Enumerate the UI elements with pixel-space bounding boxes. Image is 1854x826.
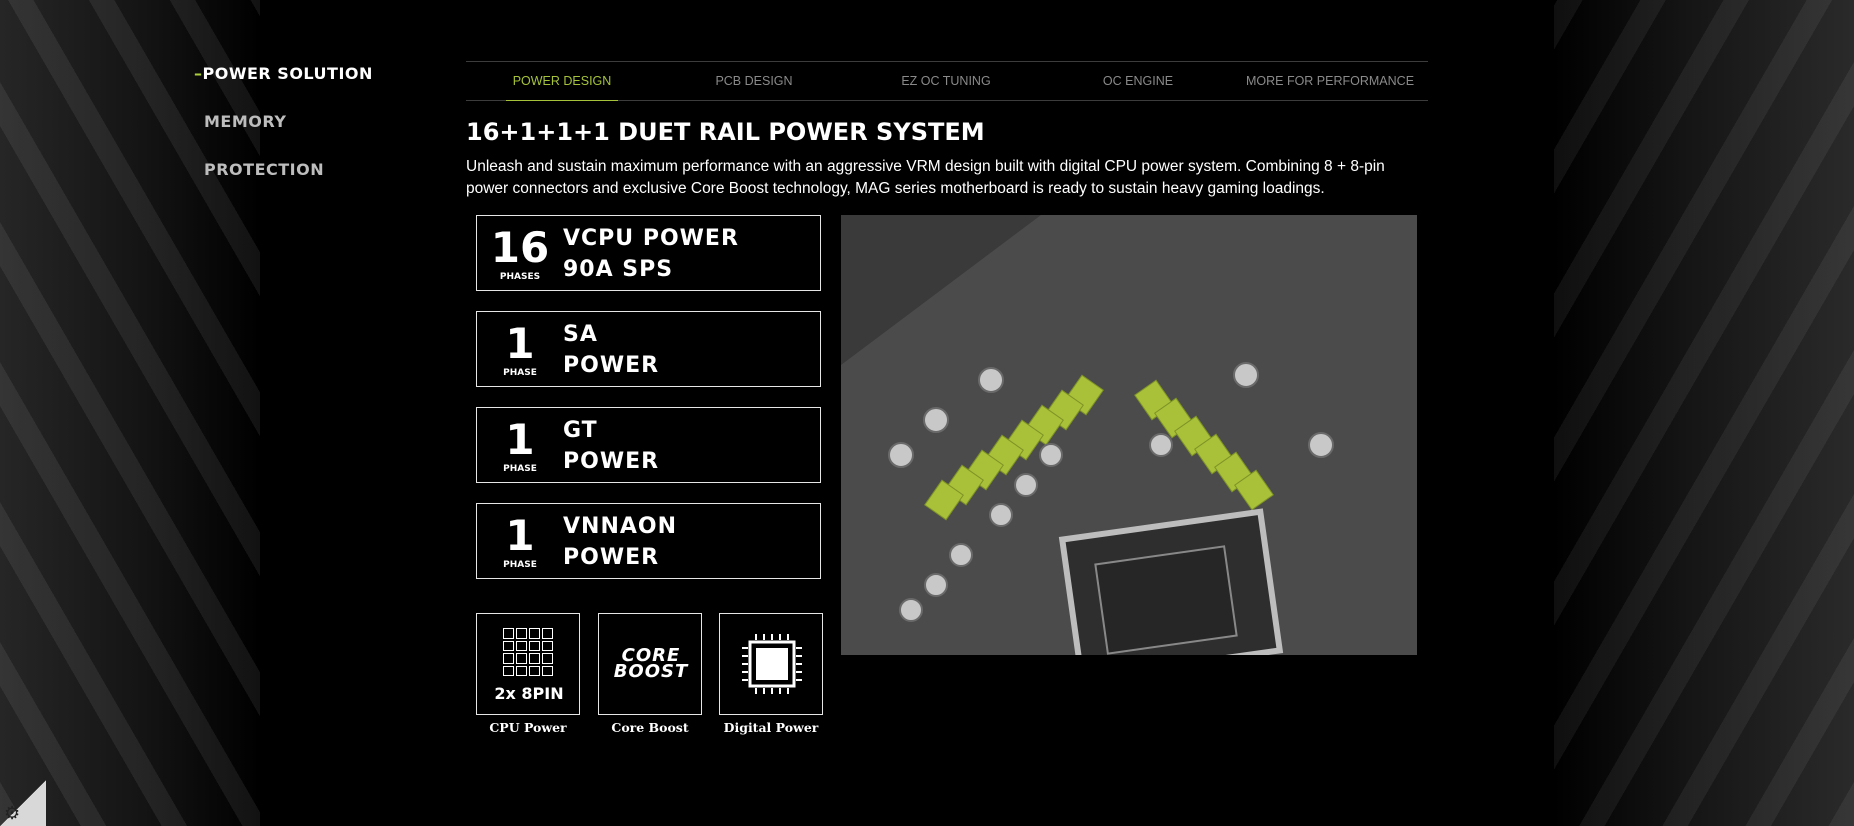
tab-oc-engine[interactable]: OC ENGINE xyxy=(1042,62,1234,100)
phase-title: GT xyxy=(563,418,598,443)
feature-label: Digital Power xyxy=(723,720,819,735)
page-title: 16+1+1+1 DUET RAIL POWER SYSTEM xyxy=(466,118,985,146)
phase-unit: PHASE xyxy=(503,464,537,474)
tab-more-for-performance[interactable]: MORE FOR PERFORMANCE xyxy=(1234,62,1426,100)
phase-unit: PHASE xyxy=(503,560,537,570)
phase-count: 1 xyxy=(505,415,535,464)
nav-item-label: PROTECTION xyxy=(204,160,325,179)
tab-pcb-design[interactable]: PCB DESIGN xyxy=(658,62,850,100)
section-description: Unleash and sustain maximum performance … xyxy=(466,158,1385,197)
feature-label: CPU Power xyxy=(489,720,567,735)
phase-title: VNNAON xyxy=(563,514,677,539)
tab-ez-oc-tuning[interactable]: EZ OC TUNING xyxy=(850,62,1042,100)
motherboard-vrm-image xyxy=(841,215,1417,655)
phase-subtitle: 90A SPS xyxy=(563,257,674,282)
phase-card-vcpu: 16 PHASES VCPU POWER 90A SPS xyxy=(476,215,821,291)
settings-button[interactable]: ⚙ xyxy=(0,780,46,826)
nav-item-label: POWER SOLUTION xyxy=(202,64,373,83)
phase-subtitle: POWER xyxy=(563,545,660,570)
section-nav: –POWER SOLUTION MEMORY PROTECTION xyxy=(194,64,373,208)
8-pin-connector-icon xyxy=(503,628,553,676)
feature-tabs: POWER DESIGN PCB DESIGN EZ OC TUNING OC … xyxy=(466,61,1428,101)
phase-unit: PHASES xyxy=(499,272,541,282)
phase-subtitle: POWER xyxy=(563,449,660,474)
nav-item-label: MEMORY xyxy=(204,112,287,131)
feature-card-cpu-power: 2x 8PIN xyxy=(476,613,580,715)
phase-count: 1 xyxy=(505,511,535,560)
feature-card-digital-power xyxy=(719,613,823,715)
active-indicator: – xyxy=(194,64,203,83)
feature-label: Core Boost xyxy=(611,720,689,735)
core-boost-line2: BOOST xyxy=(613,661,689,682)
connector-label: 2x 8PIN xyxy=(494,684,564,703)
nav-item-power-solution[interactable]: –POWER SOLUTION xyxy=(194,64,373,112)
phase-card-vnnaon: 1 PHASE VNNAON POWER xyxy=(476,503,821,579)
core-boost-icon: CORE BOOST xyxy=(599,647,703,682)
tab-power-design[interactable]: POWER DESIGN xyxy=(466,62,658,101)
phase-count: 1 xyxy=(505,319,535,368)
phase-count: 16 xyxy=(490,223,550,272)
gear-icon: ⚙ xyxy=(4,803,21,823)
phase-card-gt: 1 PHASE GT POWER xyxy=(476,407,821,483)
chip-icon xyxy=(742,634,802,694)
phase-unit: PHASE xyxy=(503,368,537,378)
nav-item-protection[interactable]: PROTECTION xyxy=(204,160,373,208)
phase-subtitle: POWER xyxy=(563,353,660,378)
background-texture-right xyxy=(1554,0,1854,826)
feature-card-core-boost: CORE BOOST xyxy=(598,613,702,715)
phase-card-sa: 1 PHASE SA POWER xyxy=(476,311,821,387)
phase-title: VCPU POWER xyxy=(563,226,739,251)
phase-title: SA xyxy=(563,322,598,347)
nav-item-memory[interactable]: MEMORY xyxy=(204,112,373,160)
